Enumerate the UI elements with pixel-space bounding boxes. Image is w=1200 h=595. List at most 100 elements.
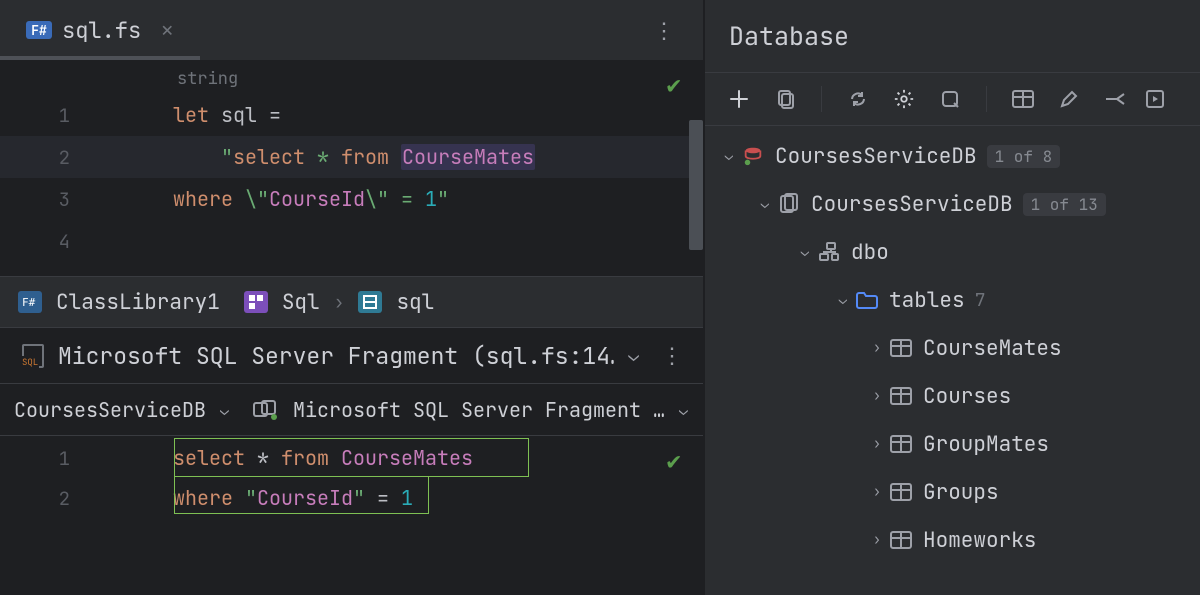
gutter-line-number: 2	[0, 486, 155, 511]
sql-keyword-from: from	[341, 144, 389, 170]
table-icon	[887, 434, 915, 454]
refresh-icon[interactable]	[846, 87, 870, 111]
sql-table-ref: CourseMates	[401, 144, 535, 170]
sql-keyword-select: select	[173, 445, 245, 471]
chevron-right-icon[interactable]: ›	[867, 531, 887, 549]
editor-pane: F# sql.fs ✕ ⋮ string ✔ 1 let sql = 2 " se…	[0, 0, 705, 595]
chevron-right-icon[interactable]: ›	[867, 435, 887, 453]
collapse-icon[interactable]	[1103, 87, 1127, 111]
identifier-sql: sql	[209, 102, 269, 128]
equals: =	[377, 485, 389, 511]
crumb-symbol[interactable]: sql	[396, 289, 434, 316]
chevron-right-icon[interactable]: ›	[867, 483, 887, 501]
editor-kebab-menu[interactable]: ⋮	[635, 16, 695, 45]
database-tool-window: Database ⌄ CoursesServiceDB 1 of 8 ⌄ C	[705, 0, 1200, 595]
table-icon	[887, 530, 915, 550]
tree-node-table[interactable]: › Courses	[705, 372, 1200, 420]
chevron-down-icon[interactable]: ⌄	[833, 291, 853, 309]
gutter-line-number: 2	[0, 145, 155, 170]
function-icon	[358, 291, 382, 313]
space	[389, 144, 401, 170]
dialect-name[interactable]: Microsoft SQL Server Fragment …	[293, 397, 665, 423]
editor-scrollbar[interactable]	[689, 120, 703, 250]
sql-table-ref: CourseMates	[341, 445, 473, 471]
node-label: GroupMates	[923, 431, 1049, 458]
string-quote: "	[437, 186, 449, 212]
chevron-down-icon[interactable]: ⌄	[628, 344, 639, 367]
node-label: CoursesServiceDB	[775, 143, 977, 170]
close-tab-icon[interactable]: ✕	[161, 17, 173, 43]
tree-node-datasource[interactable]: ⌄ CoursesServiceDB 1 of 8	[705, 132, 1200, 180]
chevron-down-icon[interactable]: ⌄	[755, 195, 775, 213]
space	[389, 485, 401, 511]
table-icon	[887, 482, 915, 502]
edit-icon[interactable]	[1057, 87, 1081, 111]
chevron-down-icon[interactable]: ⌄	[679, 400, 688, 420]
add-icon[interactable]	[727, 87, 751, 111]
keyword-let: let	[173, 102, 209, 128]
stop-icon[interactable]	[938, 87, 962, 111]
type-inlay: string	[177, 68, 238, 90]
space	[233, 186, 245, 212]
tree-node-table[interactable]: › CourseMates	[705, 324, 1200, 372]
space	[329, 445, 341, 471]
inspections-ok-icon[interactable]: ✔	[667, 70, 681, 101]
node-count: 7	[975, 289, 986, 312]
chevron-down-icon[interactable]: ⌄	[220, 400, 229, 420]
run-icon[interactable]	[1143, 87, 1167, 111]
space	[413, 186, 425, 212]
sql-fragment-title: Microsoft SQL Server Fragment (sql.fs:14…	[58, 341, 614, 371]
inspections-ok-icon[interactable]: ✔	[667, 446, 681, 477]
schema-icon	[815, 242, 843, 262]
star: *	[305, 144, 341, 170]
chevron-right-icon[interactable]: ›	[867, 387, 887, 405]
file-tab[interactable]: F# sql.fs ✕	[0, 0, 191, 60]
sql-keyword-from: from	[281, 445, 329, 471]
table-view-icon[interactable]	[1011, 87, 1035, 111]
node-label: Courses	[923, 383, 1011, 410]
chevron-right-icon[interactable]: ›	[867, 339, 887, 357]
tree-node-table[interactable]: › Groups	[705, 468, 1200, 516]
database-toolbar	[705, 72, 1200, 126]
tree-node-table[interactable]: › Homeworks	[705, 516, 1200, 564]
node-label: CoursesServiceDB	[811, 191, 1013, 218]
number-literal: 1	[425, 186, 437, 212]
sql-keyword-select: select	[233, 144, 305, 170]
breadcrumbs: F# ClassLibrary1 Sql › sql	[0, 276, 703, 328]
chevron-down-icon[interactable]: ⌄	[719, 147, 739, 165]
dialect-icon	[251, 400, 279, 420]
tree-node-database[interactable]: ⌄ CoursesServiceDB 1 of 13	[705, 180, 1200, 228]
code-editor[interactable]: string ✔ 1 let sql = 2 " select * from Co…	[0, 60, 703, 276]
node-label: dbo	[851, 239, 889, 266]
escaped-quote: \"	[245, 186, 269, 212]
sql-column-ref: CourseId	[269, 186, 365, 212]
indent	[173, 144, 221, 170]
table-icon	[887, 386, 915, 406]
database-tree[interactable]: ⌄ CoursesServiceDB 1 of 8 ⌄ CoursesServi…	[705, 126, 1200, 595]
settings-icon[interactable]	[892, 87, 916, 111]
module-icon	[244, 291, 268, 313]
copy-icon[interactable]	[773, 87, 797, 111]
tool-window-title: Database	[705, 0, 1200, 72]
datasource-name[interactable]: CoursesServiceDB	[14, 397, 206, 423]
tabbar: F# sql.fs ✕ ⋮	[0, 0, 703, 60]
tree-node-schema[interactable]: ⌄ dbo	[705, 228, 1200, 276]
crumb-module[interactable]: Sql	[282, 289, 320, 316]
quote: "	[353, 485, 365, 511]
sql-fragment-editor[interactable]: ✔ 1 select * from CourseMates 2 where "C…	[0, 436, 703, 595]
crumb-project[interactable]: ClassLibrary1	[56, 289, 220, 316]
tree-node-table[interactable]: › GroupMates	[705, 420, 1200, 468]
escaped-quote: \"	[365, 186, 389, 212]
space	[233, 485, 245, 511]
fragment-kebab-menu[interactable]: ⋮	[653, 341, 693, 370]
tree-node-tables-folder[interactable]: ⌄ tables 7	[705, 276, 1200, 324]
chevron-down-icon[interactable]: ⌄	[795, 243, 815, 261]
equals: =	[269, 102, 281, 128]
space	[365, 485, 377, 511]
space	[389, 186, 401, 212]
datasource-row: CoursesServiceDB ⌄ Microsoft SQL Server …	[0, 384, 703, 436]
gutter-line-number: 4	[0, 229, 155, 254]
svg-text:F#: F#	[22, 296, 36, 309]
database-icon	[775, 193, 803, 215]
node-badge: 1 of 8	[987, 145, 1061, 168]
